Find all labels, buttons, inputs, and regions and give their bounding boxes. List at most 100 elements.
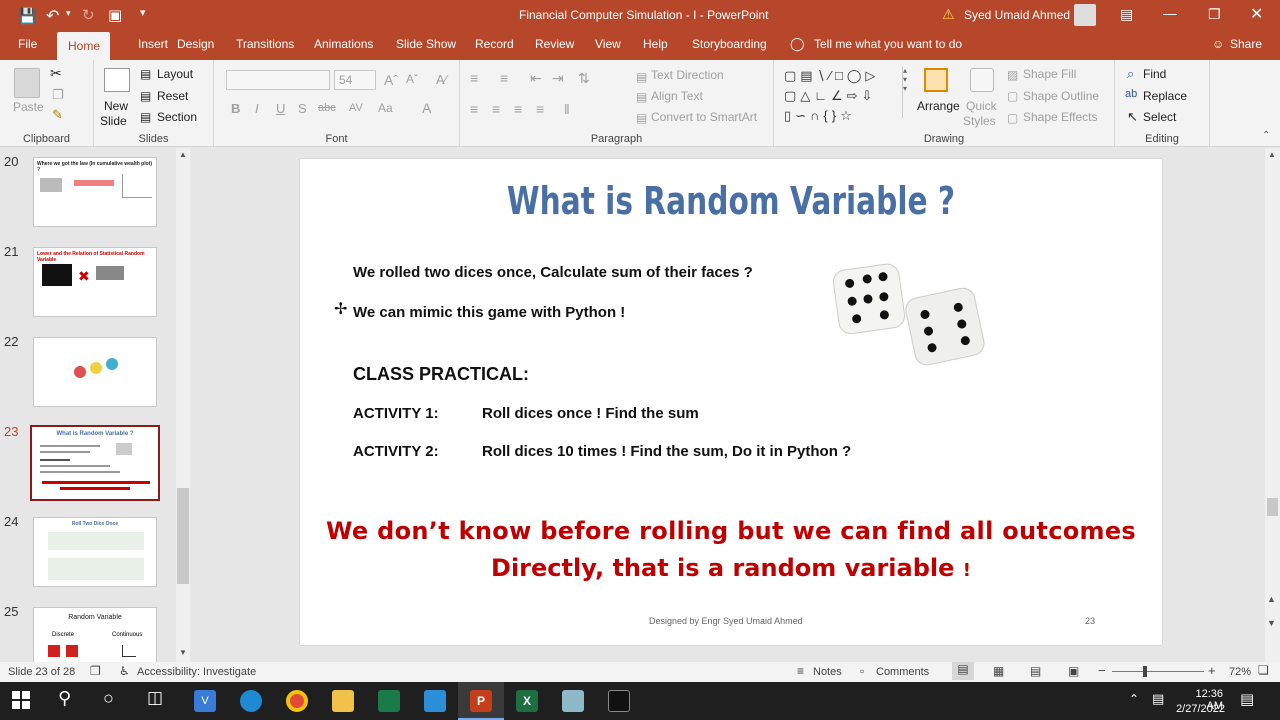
tab-transitions[interactable]: Transitions <box>236 37 294 51</box>
new-slide-button-line2[interactable]: Slide <box>100 114 127 128</box>
align-text-button[interactable]: Align Text <box>651 89 703 103</box>
justify-icon[interactable]: ≡ <box>536 101 544 117</box>
quick-styles-button-line2[interactable]: Styles <box>963 114 996 128</box>
comments-icon[interactable]: ▫ <box>860 664 864 678</box>
slide-thumbnail-21[interactable]: Lower and the Relation of Statistical Ra… <box>33 247 157 317</box>
avatar[interactable] <box>1074 4 1096 26</box>
powerpoint-icon[interactable]: P <box>470 690 492 712</box>
decrease-indent-icon[interactable]: ⇤ <box>530 70 542 87</box>
maximize-icon[interactable]: ❐ <box>1208 6 1221 23</box>
slide-text-line1[interactable]: We rolled two dices once, Calculate sum … <box>353 264 753 281</box>
new-slide-button[interactable]: New <box>104 99 128 113</box>
cortana-icon[interactable]: ○ <box>103 688 114 709</box>
font-color-icon[interactable]: A <box>422 100 431 116</box>
normal-view-icon[interactable]: ▤ <box>952 662 974 680</box>
slide-text-line2[interactable]: We can mimic this game with Python ! <box>353 304 625 321</box>
network-icon[interactable]: ▤ <box>1152 691 1164 707</box>
align-text-icon[interactable]: ▤ <box>636 90 647 104</box>
tab-file[interactable]: File <box>18 37 37 51</box>
zoom-slider[interactable] <box>1112 671 1204 672</box>
shape-outline-button[interactable]: Shape Outline <box>1023 89 1099 103</box>
cut-icon[interactable]: ✂ <box>50 65 62 82</box>
align-right-icon[interactable]: ≡ <box>514 101 522 117</box>
ribbon-display-icon[interactable]: ▤ <box>1120 6 1133 23</box>
zoom-out-icon[interactable]: − <box>1098 663 1106 678</box>
minimize-icon[interactable]: — <box>1163 5 1177 21</box>
paste-button[interactable]: Paste <box>13 100 44 114</box>
slide-sorter-icon[interactable]: ▦ <box>993 664 1004 678</box>
accessibility-status[interactable]: Accessibility: Investigate <box>137 666 256 678</box>
scroll-down-icon[interactable]: ▼ <box>179 648 187 657</box>
tab-record[interactable]: Record <box>475 37 514 51</box>
search-icon[interactable]: ⚲ <box>58 688 71 709</box>
select-button[interactable]: Select <box>1143 110 1176 124</box>
save-icon[interactable]: 💾 <box>18 7 37 25</box>
find-icon[interactable]: ⌕ <box>1127 66 1134 82</box>
scroll-up-icon[interactable]: ▲ <box>1268 150 1276 159</box>
tab-insert[interactable]: Insert <box>138 37 168 51</box>
replace-icon[interactable]: ab <box>1125 88 1137 100</box>
align-left-icon[interactable]: ≡ <box>470 101 478 117</box>
paste-icon[interactable] <box>14 68 40 98</box>
highlight-line1[interactable]: We don’t know before rolling but we can … <box>300 517 1162 545</box>
change-case-icon[interactable]: Aa <box>378 101 393 115</box>
align-center-icon[interactable]: ≡ <box>492 101 500 117</box>
present-icon[interactable]: ▣ <box>108 6 122 24</box>
app-icon[interactable]: V <box>194 690 216 712</box>
clear-format-icon[interactable]: A∕ <box>436 72 447 87</box>
shapes-gallery[interactable]: ▢▤∖∕□◯▷ ▢△∟∠⇨⇩ ▯∽∩{}☆ <box>784 66 906 123</box>
char-spacing-icon[interactable]: AV <box>349 102 363 114</box>
new-slide-icon[interactable] <box>104 68 130 92</box>
undo-dropdown-icon[interactable]: ▾ <box>66 8 71 19</box>
tab-view[interactable]: View <box>595 37 621 51</box>
smartart-icon[interactable]: ▤ <box>636 111 647 125</box>
quick-styles-button[interactable]: Quick <box>966 99 997 113</box>
app-icon-green[interactable] <box>378 690 400 712</box>
class-practical-heading[interactable]: CLASS PRACTICAL: <box>353 364 529 385</box>
share-icon[interactable]: ☺ <box>1212 37 1224 51</box>
accessibility-icon[interactable]: ♿ <box>119 664 130 678</box>
scroll-thumb[interactable] <box>1267 498 1278 516</box>
shape-effects-icon[interactable]: ▢ <box>1007 111 1018 125</box>
tell-me-search[interactable]: Tell me what you want to do <box>814 37 962 51</box>
tab-storyboarding[interactable]: Storyboarding <box>692 37 767 51</box>
select-icon[interactable]: ↖ <box>1127 109 1138 125</box>
notes-icon[interactable]: ≡ <box>797 664 804 678</box>
windows-start-icon[interactable] <box>12 691 30 709</box>
comments-button[interactable]: Comments <box>876 666 929 678</box>
activity1-label[interactable]: ACTIVITY 1: <box>353 405 439 422</box>
format-painter-icon[interactable]: ✎ <box>52 107 63 123</box>
photos-icon[interactable] <box>424 690 446 712</box>
slide-thumbnail-24[interactable]: Roll Two Dice Once <box>33 517 157 587</box>
shadow-icon[interactable]: S <box>298 101 307 116</box>
find-button[interactable]: Find <box>1143 67 1166 81</box>
notes-button[interactable]: Notes <box>813 666 842 678</box>
italic-icon[interactable]: I <box>255 101 259 116</box>
replace-button[interactable]: Replace <box>1143 89 1187 103</box>
tab-design[interactable]: Design <box>177 37 214 51</box>
file-explorer-icon[interactable] <box>332 690 354 712</box>
scroll-thumb[interactable] <box>177 488 189 584</box>
font-size-input[interactable]: 54 <box>334 70 376 90</box>
zoom-in-icon[interactable]: + <box>1208 663 1216 678</box>
zoom-level[interactable]: 72% <box>1229 666 1251 678</box>
customize-qat-icon[interactable]: ▾ <box>140 6 146 19</box>
edge-icon[interactable] <box>240 690 262 712</box>
tab-slide-show[interactable]: Slide Show <box>396 37 456 51</box>
arrange-button[interactable]: Arrange <box>917 99 960 113</box>
thumbnail-scrollbar[interactable]: ▲ ▼ <box>176 148 190 662</box>
tab-animations[interactable]: Animations <box>314 37 373 51</box>
collapse-ribbon-icon[interactable]: ⌃ <box>1262 130 1270 141</box>
layout-icon[interactable]: ▤ <box>140 67 151 81</box>
shape-fill-icon[interactable]: ▨ <box>1007 68 1018 82</box>
next-slide-icon[interactable]: ▼ <box>1267 618 1276 628</box>
user-name[interactable]: Syed Umaid Ahmed <box>964 8 1070 22</box>
layout-button[interactable]: Layout <box>157 67 193 81</box>
notifications-icon[interactable]: ▤ <box>1240 690 1254 708</box>
increase-indent-icon[interactable]: ⇥ <box>552 70 564 87</box>
font-name-input[interactable] <box>226 70 330 90</box>
activity2-text[interactable]: Roll dices 10 times ! Find the sum, Do i… <box>482 443 851 460</box>
text-direction-button[interactable]: Text Direction <box>651 68 724 82</box>
app-icon-light[interactable] <box>562 690 584 712</box>
tab-home[interactable]: Home <box>57 32 110 60</box>
